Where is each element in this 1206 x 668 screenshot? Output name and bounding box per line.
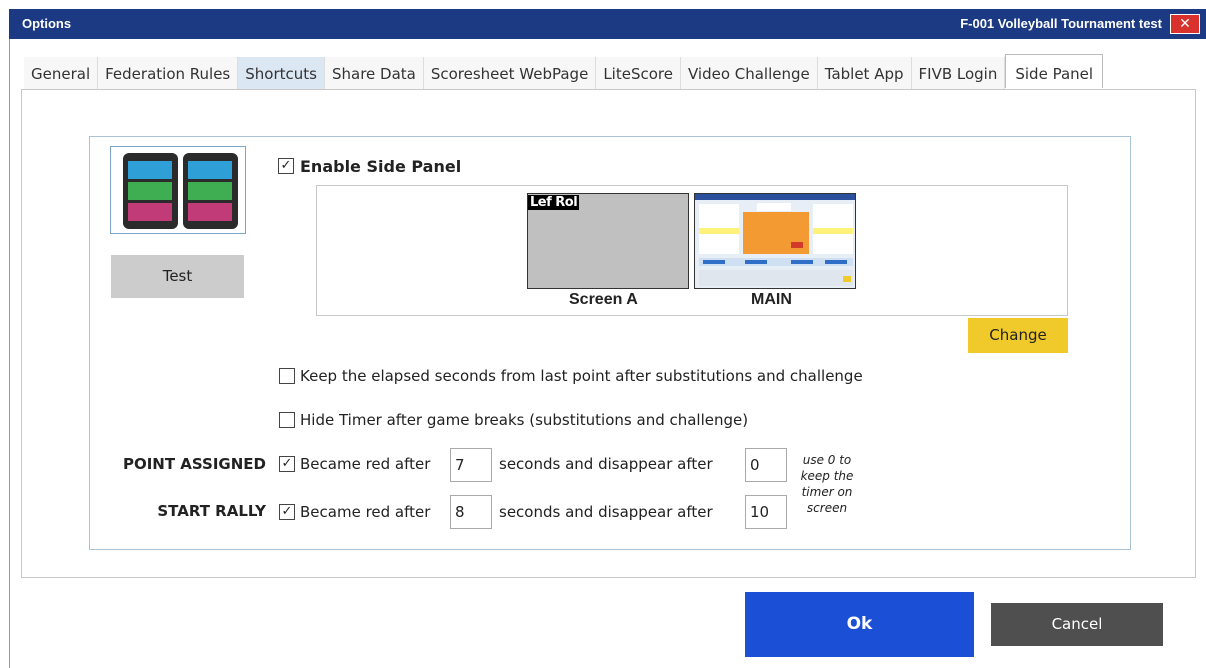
start-rally-label: START RALLY xyxy=(157,502,266,520)
event-title: F-001 Volleyball Tournament test xyxy=(960,16,1162,31)
point-assigned-label: POINT ASSIGNED xyxy=(122,455,266,473)
enable-side-panel-label: Enable Side Panel xyxy=(300,157,462,176)
main-screen-thumbnail xyxy=(695,194,855,286)
tab-general[interactable]: General xyxy=(24,57,99,90)
tablet-preview-image xyxy=(110,146,246,234)
point-assigned-disappear-label: seconds and disappear after xyxy=(499,455,713,473)
keep-elapsed-checkbox[interactable] xyxy=(279,368,295,384)
enable-side-panel-checkbox[interactable]: ✓ xyxy=(278,158,294,174)
main-screen-label: MAIN xyxy=(751,291,792,308)
tab-fivb-login[interactable]: FIVB Login xyxy=(911,57,1006,90)
tab-strip: General Federation Rules Shortcuts Share… xyxy=(24,54,1104,90)
screens-preview xyxy=(316,185,1068,316)
hide-timer-checkbox[interactable] xyxy=(279,412,295,428)
main-screen-preview[interactable] xyxy=(694,193,856,289)
tab-federation-rules[interactable]: Federation Rules xyxy=(98,57,239,90)
point-assigned-checkbox[interactable]: ✓ xyxy=(279,456,295,472)
test-button[interactable]: Test xyxy=(111,255,244,298)
point-assigned-became-red-label: Became red after xyxy=(300,455,431,473)
start-rally-red-seconds-input[interactable]: 8 xyxy=(450,495,492,529)
tab-video-challenge[interactable]: Video Challenge xyxy=(680,57,818,90)
cancel-button[interactable]: Cancel xyxy=(991,603,1163,646)
hide-timer-label: Hide Timer after game breaks (substituti… xyxy=(300,411,749,429)
point-assigned-disappear-seconds-input[interactable]: 0 xyxy=(745,448,787,482)
tab-side-panel[interactable]: Side Panel xyxy=(1005,54,1104,88)
ok-button[interactable]: Ok xyxy=(745,592,974,657)
tablet-icon xyxy=(123,153,178,229)
window-title: Options xyxy=(22,16,72,31)
keep-elapsed-label: Keep the elapsed seconds from last point… xyxy=(300,367,863,385)
start-rally-checkbox[interactable]: ✓ xyxy=(279,504,295,520)
tab-scoresheet-webpage[interactable]: Scoresheet WebPage xyxy=(423,57,597,90)
tab-tablet-app[interactable]: Tablet App xyxy=(817,57,912,90)
start-rally-became-red-label: Became red after xyxy=(300,503,431,521)
start-rally-disappear-label: seconds and disappear after xyxy=(499,503,713,521)
tab-share-data[interactable]: Share Data xyxy=(324,57,424,90)
tab-shortcuts[interactable]: Shortcuts xyxy=(238,57,325,90)
start-rally-disappear-seconds-input[interactable]: 10 xyxy=(745,495,787,529)
change-button[interactable]: Change xyxy=(968,318,1068,353)
title-bar: Options F-001 Volleyball Tournament test… xyxy=(9,9,1206,39)
screen-a-overlay-text: Lef Rol xyxy=(528,195,580,210)
tab-litescore[interactable]: LiteScore xyxy=(596,57,681,90)
point-assigned-red-seconds-input[interactable]: 7 xyxy=(450,448,492,482)
tablet-icon xyxy=(183,153,238,229)
close-button[interactable]: ✕ xyxy=(1170,14,1200,34)
window-border xyxy=(9,39,10,668)
screen-a-label: Screen A xyxy=(569,291,638,308)
timer-hint-text: use 0 to keep the timer on screen xyxy=(800,453,854,515)
